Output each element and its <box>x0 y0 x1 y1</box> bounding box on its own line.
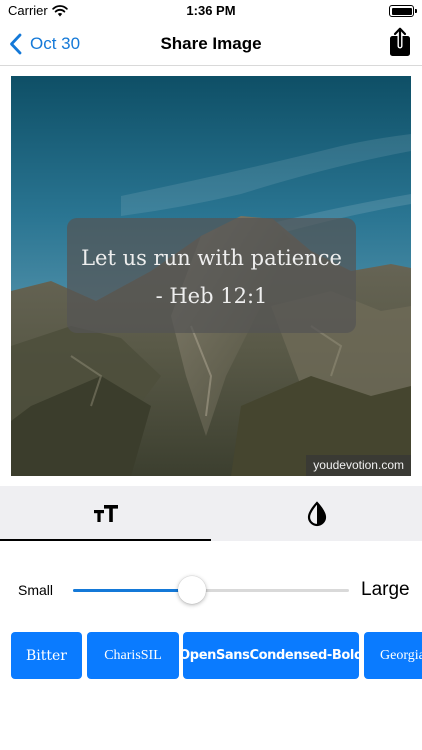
tab-contrast[interactable] <box>211 486 422 541</box>
page-title: Share Image <box>160 34 262 53</box>
watermark: youdevotion.com <box>306 455 411 476</box>
quote-overlay: Let us run with patience - Heb 12:1 <box>67 218 356 333</box>
font-button-bitter[interactable]: Bitter <box>11 632 82 679</box>
slider-fill <box>73 589 192 592</box>
status-bar: Carrier 1:36 PM <box>0 0 422 22</box>
selected-tab-indicator <box>0 539 211 541</box>
share-icon[interactable] <box>388 27 412 57</box>
font-button-opensanscondensed-bold[interactable]: OpenSansCondensed-Bold <box>183 632 359 679</box>
battery-icon <box>389 5 417 17</box>
text-size-icon <box>93 504 118 522</box>
navigation-bar: Oct 30 Share Image <box>0 22 422 66</box>
edit-tab-bar <box>0 486 422 541</box>
quote-reference: - Heb 12:1 <box>155 284 268 308</box>
slider-thumb[interactable] <box>177 576 206 604</box>
font-button-charissil[interactable]: CharisSIL <box>87 632 179 679</box>
font-size-slider-row: Small Large <box>0 570 422 610</box>
font-size-slider[interactable] <box>73 576 349 604</box>
font-button-georgia[interactable]: Georgia <box>364 632 422 679</box>
quote-text: Let us run with patience <box>81 246 342 270</box>
slider-min-label: Small <box>18 582 54 598</box>
contrast-icon <box>307 500 326 526</box>
font-picker: Bitter CharisSIL OpenSansCondensed-Bold … <box>0 632 422 679</box>
clock: 1:36 PM <box>186 3 236 18</box>
share-image-preview: Let us run with patience - Heb 12:1 youd… <box>11 76 411 476</box>
tab-text-size[interactable] <box>0 486 211 541</box>
slider-max-label: Large <box>361 579 410 600</box>
